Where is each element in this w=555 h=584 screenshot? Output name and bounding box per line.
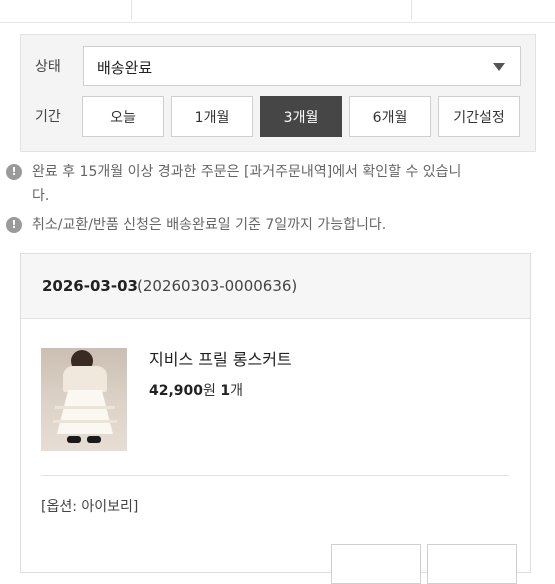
top-tab[interactable] bbox=[0, 0, 132, 20]
product-name[interactable]: 지비스 프릴 롱스커트 bbox=[149, 346, 292, 370]
product-price: 42,900원 1개 bbox=[149, 380, 243, 400]
period-label: 기간 bbox=[35, 109, 61, 125]
price-value: 42,900 bbox=[149, 383, 204, 399]
quantity-value: 1 bbox=[220, 383, 231, 399]
top-bar bbox=[0, 0, 555, 23]
order-action-button[interactable] bbox=[427, 544, 517, 584]
order-action-button[interactable] bbox=[331, 544, 421, 584]
product-option: [옵션: 아이보리] bbox=[41, 499, 139, 515]
status-select[interactable]: 배송완료 bbox=[83, 46, 521, 86]
order-date: 2026-03-03 bbox=[42, 277, 138, 295]
divider bbox=[41, 475, 509, 476]
chevron-down-icon bbox=[493, 63, 505, 71]
notice-text: 다. bbox=[32, 188, 50, 204]
product-image[interactable] bbox=[41, 348, 127, 451]
period-6month-button[interactable]: 6개월 bbox=[349, 96, 431, 137]
period-3month-button[interactable]: 3개월 bbox=[260, 96, 342, 137]
info-icon: ! bbox=[6, 217, 22, 233]
order-card: 2026-03-03 (20260303-0000636) 지비스 프릴 롱스커… bbox=[20, 253, 531, 584]
notice-text: 취소/교환/반품 신청은 배송완료일 기준 7일까지 가능합니다. bbox=[32, 217, 387, 233]
info-icon: ! bbox=[6, 164, 22, 180]
period-today-button[interactable]: 오늘 bbox=[82, 96, 164, 137]
period-custom-button[interactable]: 기간설정 bbox=[438, 96, 520, 137]
order-filter-panel: 상태 배송완료 기간 오늘 1개월 3개월 6개월 기간설정 bbox=[20, 34, 536, 152]
order-header[interactable]: 2026-03-03 (20260303-0000636) bbox=[21, 254, 530, 319]
notice-text: 완료 후 15개월 이상 경과한 주문은 [과거주문내역]에서 확인할 수 있습… bbox=[32, 164, 462, 180]
top-tab[interactable] bbox=[131, 0, 412, 20]
quantity-unit: 개 bbox=[230, 383, 244, 399]
status-label: 상태 bbox=[35, 59, 61, 75]
status-select-value: 배송완료 bbox=[97, 59, 153, 77]
price-unit: 원 bbox=[203, 383, 216, 399]
order-number: (20260303-0000636) bbox=[137, 277, 298, 295]
period-1month-button[interactable]: 1개월 bbox=[171, 96, 253, 137]
